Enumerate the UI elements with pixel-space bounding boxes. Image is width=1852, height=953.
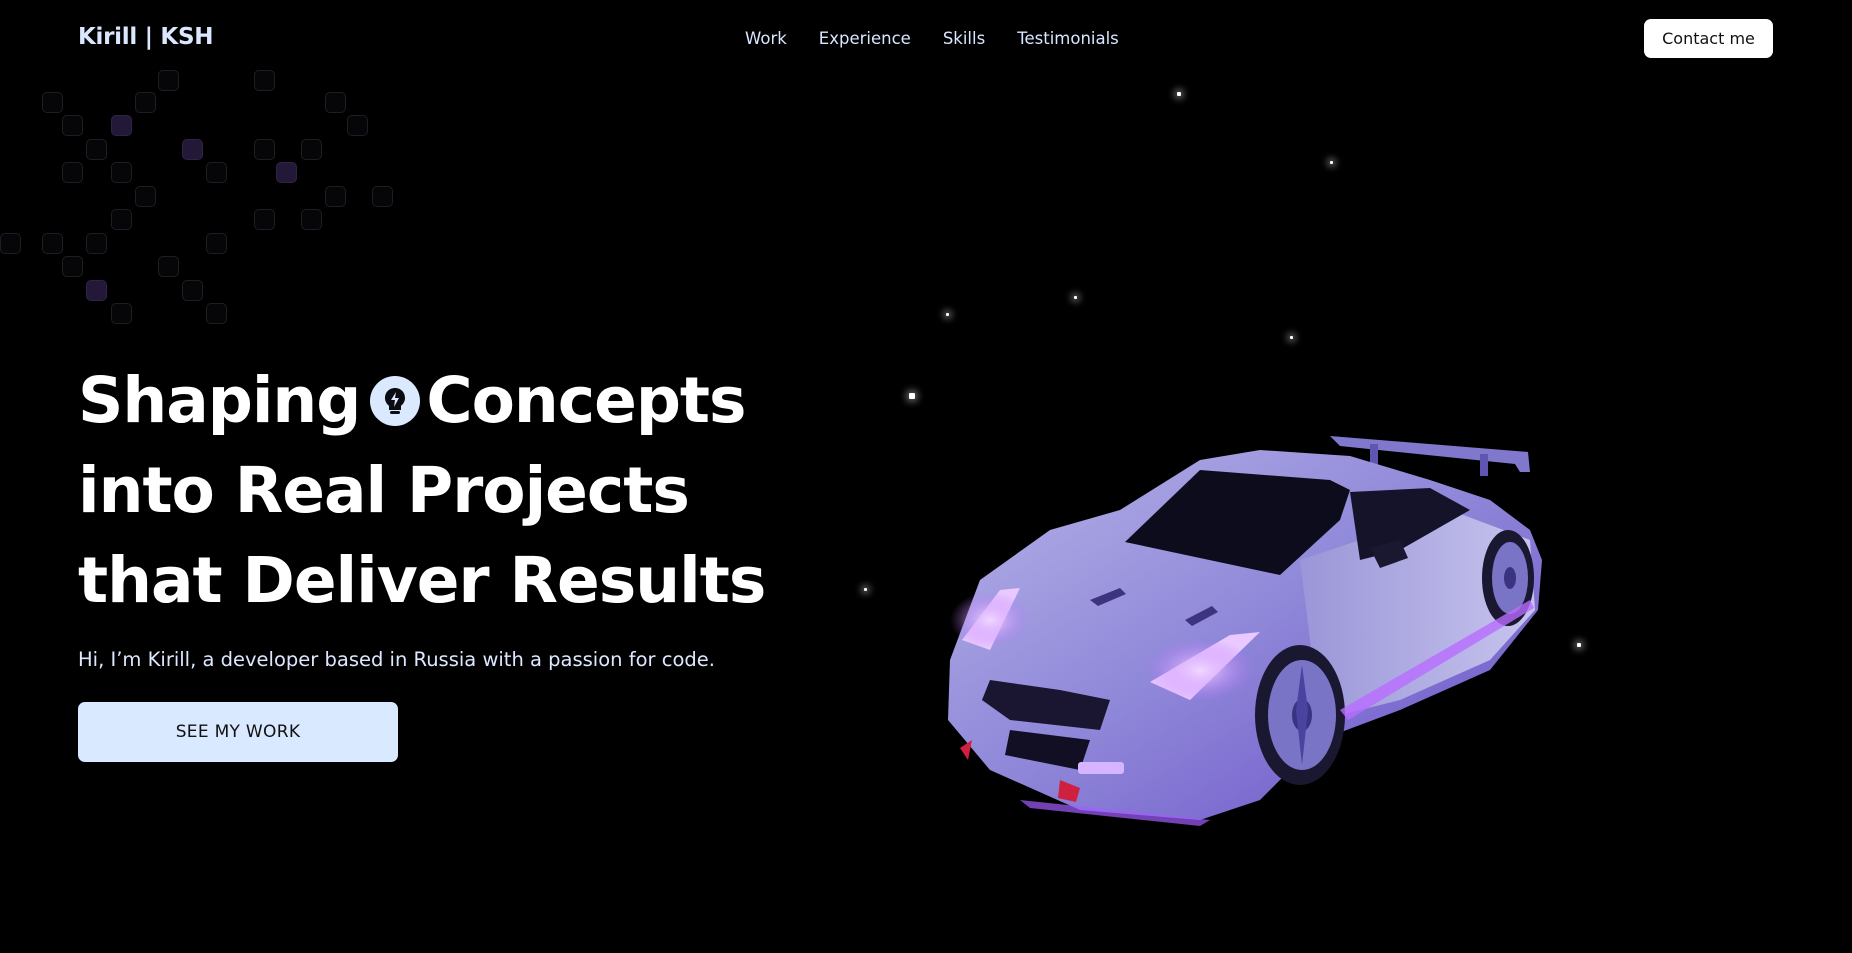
nav-work[interactable]: Work (745, 29, 787, 48)
contact-button[interactable]: Contact me (1644, 19, 1773, 58)
main-nav: Work Experience Skills Testimonials (745, 29, 1119, 48)
hero-title-word-shaping: Shaping (78, 364, 361, 437)
nav-experience[interactable]: Experience (819, 29, 911, 48)
hero-title-line-1: Shaping Concepts (78, 356, 765, 446)
sports-car-illustration (948, 436, 1542, 826)
hero-subtitle: Hi, I’m Kirill, a developer based in Rus… (78, 648, 715, 671)
hero-title: Shaping Concepts into Real Projects that… (78, 356, 766, 626)
hero-title-line-2: into Real Projects (78, 454, 690, 527)
brand-logo[interactable]: Kirill | KSH (78, 24, 213, 50)
hero-title-line-3: that Deliver Results (78, 544, 766, 617)
see-my-work-button[interactable]: SEE MY WORK (78, 702, 398, 762)
nav-testimonials[interactable]: Testimonials (1017, 29, 1119, 48)
nav-skills[interactable]: Skills (943, 29, 985, 48)
hero-title-word-concepts: Concepts (426, 364, 746, 437)
bulb-icon (370, 375, 421, 426)
